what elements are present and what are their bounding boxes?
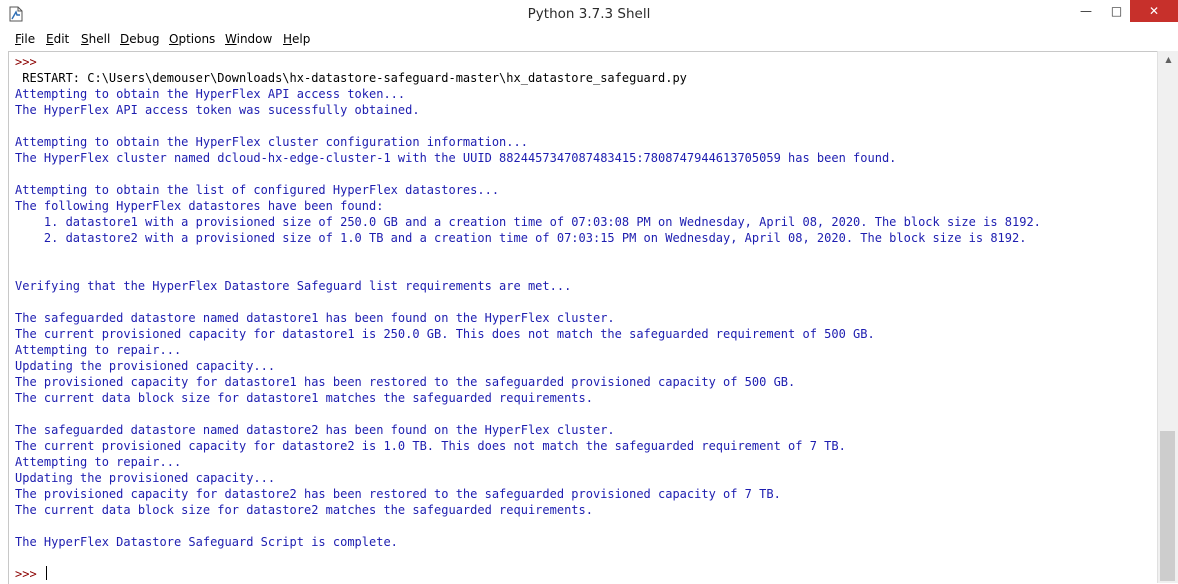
shell-prompt: >>>: [15, 55, 37, 69]
output-line: The current provisioned capacity for dat…: [15, 439, 846, 453]
maximize-button[interactable]: □: [1103, 0, 1130, 22]
output-line: 2. datastore2 with a provisioned size of…: [15, 231, 1027, 245]
output-line: The HyperFlex Datastore Safeguard Script…: [15, 535, 398, 549]
output-line: Updating the provisioned capacity...: [15, 471, 276, 485]
menu-file[interactable]: File: [15, 32, 35, 46]
restart-line: RESTART: C:\Users\demouser\Downloads\hx-…: [15, 71, 687, 85]
output-line: The provisioned capacity for datastore1 …: [15, 375, 796, 389]
minimize-button[interactable]: —: [1069, 0, 1103, 22]
close-button[interactable]: ✕: [1130, 0, 1178, 22]
output-line: Verifying that the HyperFlex Datastore S…: [15, 279, 572, 293]
menu-debug[interactable]: Debug: [120, 32, 159, 46]
output-line: Attempting to obtain the list of configu…: [15, 183, 500, 197]
window-title: Python 3.7.3 Shell: [527, 6, 651, 22]
output-line: Updating the provisioned capacity...: [15, 359, 276, 373]
output-line: The current data block size for datastor…: [15, 503, 593, 517]
text-cursor: [45, 566, 47, 580]
output-line: The HyperFlex cluster named dcloud-hx-ed…: [15, 151, 897, 165]
output-line: The current provisioned capacity for dat…: [15, 327, 875, 341]
menu-bar: File Edit Shell Debug Options Window Hel…: [0, 30, 1178, 50]
output-line: Attempting to obtain the HyperFlex API a…: [15, 87, 406, 101]
output-line: The safeguarded datastore named datastor…: [15, 311, 615, 325]
output-line: Attempting to obtain the HyperFlex clust…: [15, 135, 528, 149]
output-line: 1. datastore1 with a provisioned size of…: [15, 215, 1041, 229]
output-line: Attempting to repair...: [15, 343, 182, 357]
menu-shell[interactable]: Shell: [81, 32, 110, 46]
output-line: The following HyperFlex datastores have …: [15, 199, 384, 213]
scrollbar-thumb[interactable]: [1160, 431, 1175, 581]
output-line: The HyperFlex API access token was suces…: [15, 103, 420, 117]
output-line: The provisioned capacity for datastore2 …: [15, 487, 781, 501]
stdout-block: Attempting to obtain the HyperFlex API a…: [15, 87, 1041, 549]
vertical-scrollbar[interactable]: ▲: [1157, 51, 1178, 583]
input-prompt: >>>: [15, 567, 37, 581]
output-line: The current data block size for datastor…: [15, 391, 593, 405]
title-bar: Python 3.7.3 Shell — □ ✕: [0, 0, 1178, 30]
menu-options[interactable]: Options: [169, 32, 215, 46]
output-line: Attempting to repair...: [15, 455, 182, 469]
menu-window[interactable]: Window: [225, 32, 272, 46]
scroll-up-arrow-icon[interactable]: ▲: [1158, 51, 1178, 69]
shell-text-area[interactable]: >>> RESTART: C:\Users\demouser\Downloads…: [8, 51, 1158, 584]
shell-output: >>> RESTART: C:\Users\demouser\Downloads…: [15, 54, 1041, 582]
menu-edit[interactable]: Edit: [46, 32, 69, 46]
output-line: The safeguarded datastore named datastor…: [15, 423, 615, 437]
menu-help[interactable]: Help: [283, 32, 310, 46]
